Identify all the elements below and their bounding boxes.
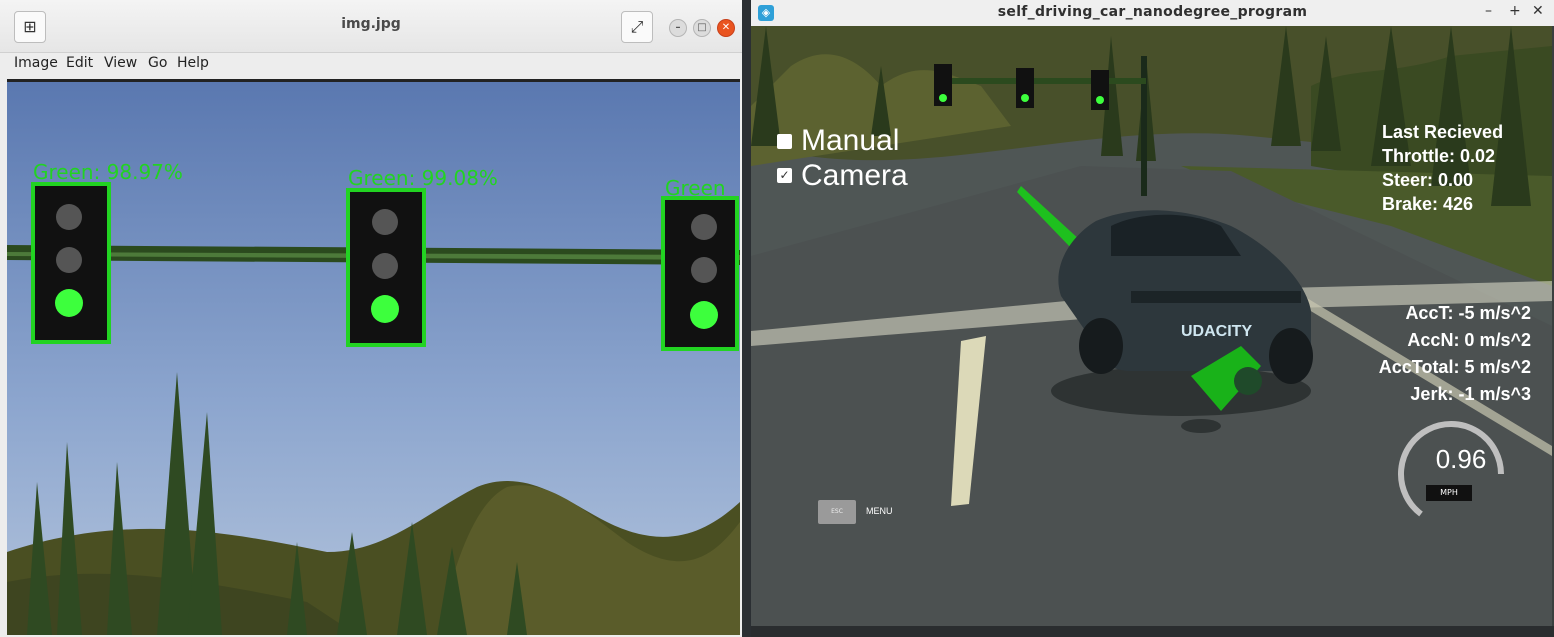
accn-readout: AccN: 0 m/s^2: [1407, 330, 1531, 350]
menu-view[interactable]: View: [104, 55, 137, 71]
detection-label-1: Green: 98.97%: [33, 160, 183, 184]
brake-readout: Brake: 426: [1382, 194, 1474, 214]
check-icon: ✓: [779, 168, 790, 182]
acceleration-panel: AccT: -5 m/s^2 AccN: 0 m/s^2 AccTotal: 5…: [1351, 300, 1531, 408]
minimize-button[interactable]: –: [1485, 3, 1492, 19]
car-brand: UDACITY: [1181, 323, 1252, 340]
detection-label-2: Green: 99.08%: [348, 166, 498, 190]
simulator-window: ◈ self_driving_car_nanodegree_program – …: [751, 0, 1554, 637]
acct-readout: AccT: -5 m/s^2: [1405, 303, 1531, 323]
minimize-button[interactable]: –: [669, 19, 687, 37]
minimize-icon: –: [675, 22, 681, 33]
last-received-heading: Last Recieved: [1382, 122, 1504, 142]
image-canvas: Green: 98.97% Green: 99.08% Green: [7, 79, 740, 635]
traffic-light-image: Green: 98.97% Green: 99.08% Green: [7, 82, 740, 635]
steer-readout: Steer: 0.00: [1382, 170, 1474, 190]
sim-title: self_driving_car_nanodegree_program: [997, 4, 1308, 20]
sim-titlebar: ◈ self_driving_car_nanodegree_program – …: [751, 0, 1554, 26]
menu-help[interactable]: Help: [177, 55, 209, 71]
esc-button[interactable]: ESC: [818, 500, 856, 524]
close-icon: ✕: [721, 22, 731, 33]
menu-image[interactable]: Image: [14, 55, 58, 71]
maximize-icon: □: [697, 22, 707, 33]
viewer-titlebar: ⊞ img.jpg ⤢ – □ ✕: [0, 0, 742, 53]
viewer-menubar: Image Edit View Go Help: [0, 53, 742, 77]
image-viewer-window: ⊞ img.jpg ⤢ – □ ✕ Image Edit View Go Hel…: [0, 0, 742, 637]
speed-value: 0.96: [1435, 444, 1487, 474]
maximize-button[interactable]: +: [1509, 3, 1521, 19]
window-bottom-edge: [751, 626, 1554, 637]
sim-scene: UDACITY Manual ✓ Camera Last Recieved Th…: [751, 26, 1552, 626]
camera-label: Camera: [801, 159, 908, 192]
last-received-panel: Last Recieved Throttle: 0.02 Steer: 0.00…: [1382, 120, 1503, 216]
menu-label: MENU: [866, 506, 893, 516]
close-button[interactable]: ✕: [1532, 3, 1544, 19]
speed-unit: MPH: [1426, 485, 1472, 501]
acctotal-readout: AccTotal: 5 m/s^2: [1378, 357, 1531, 377]
manual-checkbox[interactable]: [777, 134, 792, 149]
fullscreen-button[interactable]: ⤢: [621, 11, 653, 43]
menu-edit[interactable]: Edit: [66, 55, 93, 71]
menu-go[interactable]: Go: [148, 55, 167, 71]
jerk-readout: Jerk: -1 m/s^3: [1410, 384, 1531, 404]
maximize-button[interactable]: □: [693, 19, 711, 37]
camera-checkbox[interactable]: ✓: [777, 168, 792, 183]
throttle-readout: Throttle: 0.02: [1382, 146, 1496, 166]
expand-icon: ⤢: [630, 17, 644, 36]
close-button[interactable]: ✕: [717, 19, 735, 37]
detection-label-3: Green: [665, 176, 726, 200]
manual-label: Manual: [801, 124, 900, 157]
